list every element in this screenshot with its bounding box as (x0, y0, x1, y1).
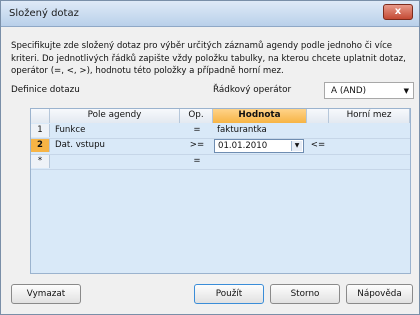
dropdown-arrow-icon[interactable]: ▼ (291, 141, 302, 151)
apply-button[interactable]: Použít (194, 284, 264, 304)
header-value[interactable]: Hodnota (213, 109, 307, 123)
row-operator-value: A (AND) (331, 86, 367, 96)
row-number-header (31, 109, 50, 123)
title-bar: Složený dotaz x (1, 1, 419, 27)
close-button[interactable]: x (383, 4, 413, 20)
row-operator[interactable]: = (181, 125, 213, 135)
value-date-input[interactable]: 01.01.2010 ▼ (214, 139, 304, 153)
chevron-down-icon: ▼ (403, 87, 409, 95)
row-operator[interactable]: = (181, 156, 213, 166)
row-number: 2 (31, 139, 50, 152)
row-operator-label: Řádkový operátor (213, 85, 292, 95)
row-operator-2[interactable]: <= (307, 140, 329, 150)
row-operator-select[interactable]: A (AND) ▼ (324, 82, 414, 99)
header-op[interactable]: Op. (180, 109, 213, 123)
header-field[interactable]: Pole agendy (50, 109, 180, 123)
cancel-button[interactable]: Storno (270, 284, 340, 304)
row-field[interactable]: Dat. vstupu (55, 140, 105, 150)
row-number: 1 (31, 124, 50, 137)
row-value: 01.01.2010 (218, 141, 268, 151)
window-title: Složený dotaz (9, 8, 79, 19)
description-text: Specifikujte zde složený dotaz pro výběr… (11, 41, 406, 76)
help-button[interactable]: Nápověda (346, 284, 413, 304)
row-value[interactable]: fakturantka (217, 125, 267, 135)
row-number: * (31, 155, 50, 168)
header-upper-limit[interactable]: Horní mez (329, 109, 410, 123)
row-operator[interactable]: >= (181, 140, 213, 150)
clear-button[interactable]: Vymazat (11, 284, 81, 304)
query-grid[interactable]: Pole agendy Op. Hodnota Horní mez 1 Funk… (30, 108, 411, 274)
header-op2[interactable] (307, 109, 329, 123)
row-field[interactable]: Funkce (55, 125, 85, 135)
dialog-window: Složený dotaz x Specifikujte zde složený… (0, 0, 420, 315)
definition-label: Definice dotazu (11, 85, 80, 95)
